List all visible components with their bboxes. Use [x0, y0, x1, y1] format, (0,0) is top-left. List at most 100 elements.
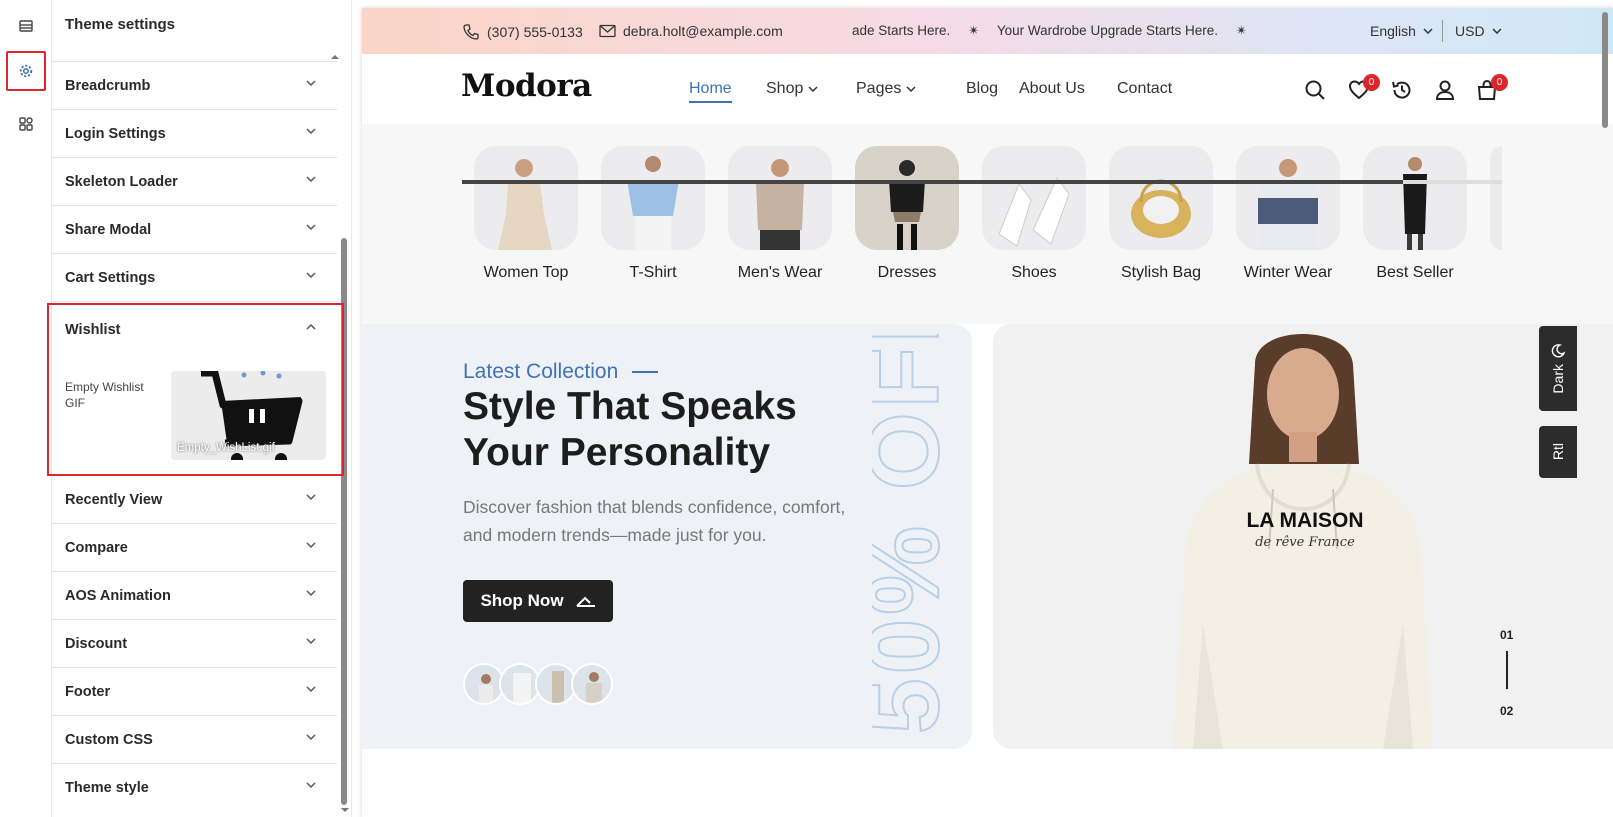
dark-mode-toggle[interactable]: Dark	[1539, 326, 1577, 411]
section-aos-animation[interactable]: AOS Animation	[52, 572, 337, 620]
category-card[interactable]: Winter Wear	[1236, 146, 1340, 282]
category-card[interactable]: Best Seller	[1363, 146, 1467, 282]
chevron-down-icon	[306, 542, 316, 549]
section-discount[interactable]: Discount	[52, 620, 337, 668]
scroll-up-icon[interactable]	[330, 54, 340, 60]
layout-icon[interactable]	[6, 6, 46, 46]
chevron-down-icon	[306, 128, 316, 135]
hero-text-panel: Latest Collection Style That Speaks Your…	[362, 324, 972, 749]
site-logo[interactable]: Modora	[461, 68, 592, 104]
hero-image-panel: LA MAISON de rêve France	[993, 324, 1613, 749]
wishlist-count-badge: 0	[1363, 74, 1380, 91]
nav-home[interactable]: Home	[689, 80, 732, 103]
chevron-down-icon	[1492, 28, 1502, 34]
star-icon: ✴	[1235, 23, 1248, 38]
section-theme-style[interactable]: Theme style	[52, 764, 337, 812]
slide-progress-line	[1506, 651, 1508, 689]
slide-index-current[interactable]: 01	[1500, 628, 1513, 642]
category-image	[1363, 146, 1467, 250]
announcement-marquee: ade Starts Here. ✴ Your Wardrobe Upgrade…	[852, 23, 1248, 38]
phone-contact[interactable]: (307) 555-0133	[462, 23, 583, 41]
hero-description: Discover fashion that blends confidence,…	[463, 497, 846, 545]
category-card[interactable]: Dresses	[855, 146, 959, 282]
section-recently-view[interactable]: Recently View	[52, 476, 337, 524]
nav-about-us[interactable]: About Us	[1019, 80, 1085, 98]
chevron-down-icon	[306, 590, 316, 597]
scroll-down-icon[interactable]	[340, 807, 350, 813]
category-scrollbar-thumb[interactable]	[462, 180, 1403, 184]
chevron-down-icon	[306, 686, 316, 693]
wishlist-highlight-box	[47, 303, 344, 476]
section-cart-settings[interactable]: Cart Settings	[52, 254, 337, 302]
page-scrollbar[interactable]	[1602, 12, 1608, 128]
history-icon[interactable]	[1391, 79, 1413, 101]
chevron-down-icon	[306, 80, 316, 87]
apps-icon[interactable]	[6, 104, 46, 144]
section-share-modal[interactable]: Share Modal	[52, 206, 337, 254]
promo-vertical-text: 50% OFF	[872, 334, 961, 735]
section-custom-css[interactable]: Custom CSS	[52, 716, 337, 764]
site-header: Modora Home Shop Pages Blog About Us Con…	[362, 54, 1613, 124]
chevron-down-icon	[808, 86, 818, 92]
language-select[interactable]: English	[1370, 23, 1433, 39]
category-card[interactable]: T-Shirt	[601, 146, 705, 282]
section-login-settings[interactable]: Login Settings	[52, 110, 337, 158]
category-card[interactable]: Women Top	[474, 146, 578, 282]
section-skeleton-loader[interactable]: Skeleton Loader	[52, 158, 337, 206]
category-image	[982, 146, 1086, 250]
chevron-down-icon	[306, 272, 316, 279]
moon-icon	[1551, 343, 1565, 358]
nav-shop[interactable]: Shop	[766, 80, 818, 98]
category-image	[1236, 146, 1340, 250]
section-footer[interactable]: Footer	[52, 668, 337, 716]
chevron-down-icon	[306, 176, 316, 183]
slide-index-next[interactable]: 02	[1500, 704, 1513, 718]
svg-text:LA MAISON: LA MAISON	[1246, 509, 1363, 532]
shop-now-button[interactable]: Shop Now	[463, 580, 613, 622]
chevron-down-icon	[306, 734, 316, 741]
category-card[interactable]: Men's Wear	[728, 146, 832, 282]
category-slider: Women Top T-Shirt Men's Wear Dresses Sho…	[362, 124, 1613, 324]
category-image	[474, 146, 578, 250]
phone-icon	[463, 24, 479, 40]
arrow-icon	[575, 596, 595, 607]
star-icon: ✴	[968, 23, 980, 38]
section-breadcrumb[interactable]: Breadcrumb	[52, 62, 337, 110]
svg-text:de rêve France: de rêve France	[1255, 535, 1355, 550]
thumb-circle[interactable]	[571, 663, 613, 705]
hero-model-image: LA MAISON de rêve France	[1173, 334, 1433, 749]
mail-icon	[599, 24, 616, 38]
chevron-down-icon	[306, 782, 316, 789]
hero-title: Style That Speaks Your Personality	[463, 385, 797, 474]
category-image	[728, 146, 832, 250]
category-card[interactable]: Shoes	[982, 146, 1086, 282]
category-image	[1109, 146, 1213, 250]
chevron-down-icon	[306, 224, 316, 231]
chevron-down-icon	[906, 86, 916, 92]
user-icon[interactable]	[1434, 79, 1456, 101]
svg-text:50% OFF: 50% OFF	[872, 334, 960, 734]
dash-line	[632, 371, 659, 373]
category-card-partial	[1490, 146, 1502, 250]
hero-eyebrow: Latest Collection	[463, 360, 659, 384]
top-bar: (307) 555-0133 debra.holt@example.com ad…	[362, 8, 1613, 54]
gear-icon[interactable]	[6, 51, 46, 91]
tool-rail	[0, 0, 52, 817]
chevron-down-icon	[306, 638, 316, 645]
category-image	[855, 146, 959, 250]
nav-contact[interactable]: Contact	[1117, 80, 1172, 98]
rtl-toggle[interactable]: Rtl	[1539, 426, 1577, 478]
site-preview: (307) 555-0133 debra.holt@example.com ad…	[362, 8, 1613, 817]
cart-count-badge: 0	[1491, 74, 1508, 91]
email-contact[interactable]: debra.holt@example.com	[599, 23, 783, 39]
nav-pages[interactable]: Pages	[856, 80, 916, 98]
nav-blog[interactable]: Blog	[966, 80, 998, 98]
chevron-down-icon	[1423, 28, 1433, 34]
search-icon[interactable]	[1304, 79, 1326, 101]
section-compare[interactable]: Compare	[52, 524, 337, 572]
currency-select[interactable]: USD	[1455, 23, 1502, 39]
category-image	[601, 146, 705, 250]
chevron-down-icon	[306, 494, 316, 501]
category-card[interactable]: Stylish Bag	[1109, 146, 1213, 282]
divider	[1442, 20, 1443, 42]
